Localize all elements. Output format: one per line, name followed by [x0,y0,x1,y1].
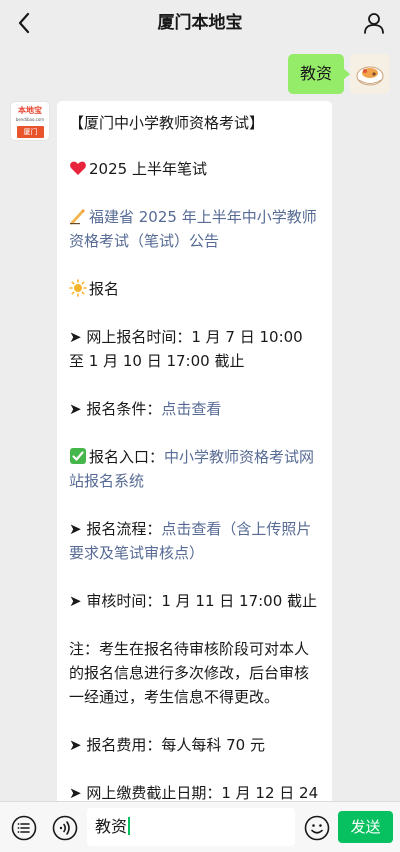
message-input-value: 教资 [95,817,128,836]
section-register-text: 报名 [89,280,120,298]
writing-hand-icon [70,209,85,225]
incoming-message-bubble: 【厦门中小学教师资格考试】 2025 上半年笔试 福建省 2025 年上半年中小… [57,101,332,821]
section-written-exam: 2025 上半年笔试 [69,157,320,181]
text-caret [128,817,131,835]
user-avatar[interactable] [350,54,390,94]
profile-icon[interactable] [360,9,388,37]
heart-icon [70,161,86,175]
article-heading: 【厦门中小学教师资格考试】 [69,114,265,132]
registration-flow: ➤ 报名流程：点击查看（含上传照片要求及笔试审核点） [69,517,320,565]
reg-entry-label: 报名入口： [89,448,165,466]
page-title: 厦门本地宝 [157,13,243,33]
bottom-input-bar: 教资 发送 [0,801,400,852]
registration-entry: 报名入口：中小学教师资格考试网站报名系统 [69,445,320,493]
reg-cond-label: ➤ 报名条件： [69,400,162,418]
emoji-icon[interactable] [303,814,331,842]
section-written-text: 2025 上半年笔试 [89,160,207,178]
avatar-brand-text: 本地宝 [18,106,42,115]
menu-list-icon[interactable] [10,814,38,842]
top-bar: 厦门本地宝 [0,0,400,46]
section-register: 报名 [69,277,320,301]
avatar-city-text: 厦门 [17,126,44,138]
note-paragraph: 注：考生在报名待审核阶段可对本人的报名信息进行多次修改，后台审核一经通过，考生信… [69,640,310,706]
message-input[interactable]: 教资 [87,808,295,846]
announcement-link[interactable]: 福建省 2025 年上半年中小学教师资格考试（笔试）公告 [69,208,317,250]
review-time: ➤ 审核时间：1 月 11 日 17:00 截止 [69,592,318,610]
outgoing-message: 教资 [0,54,400,96]
voice-icon[interactable] [51,814,79,842]
registration-time: ➤ 网上报名时间：1 月 7 日 10:00 至 1 月 10 日 17:00 … [69,328,303,370]
registration-fee: ➤ 报名费用：每人每科 70 元 [69,736,265,754]
bot-avatar[interactable]: 本地宝 bendibao.com 厦门 [10,101,50,141]
avatar-url-text: bendibao.com [15,117,45,122]
announcement-paragraph: 福建省 2025 年上半年中小学教师资格考试（笔试）公告 [69,205,320,253]
outgoing-bubble[interactable]: 教资 [287,54,351,94]
sun-icon [69,279,87,297]
send-button[interactable]: 发送 [338,811,393,843]
check-mark-icon [70,448,86,464]
reg-cond-link[interactable]: 点击查看 [161,400,221,418]
registration-conditions: ➤ 报名条件：点击查看 [69,397,320,421]
reg-flow-label: ➤ 报名流程： [69,520,162,538]
